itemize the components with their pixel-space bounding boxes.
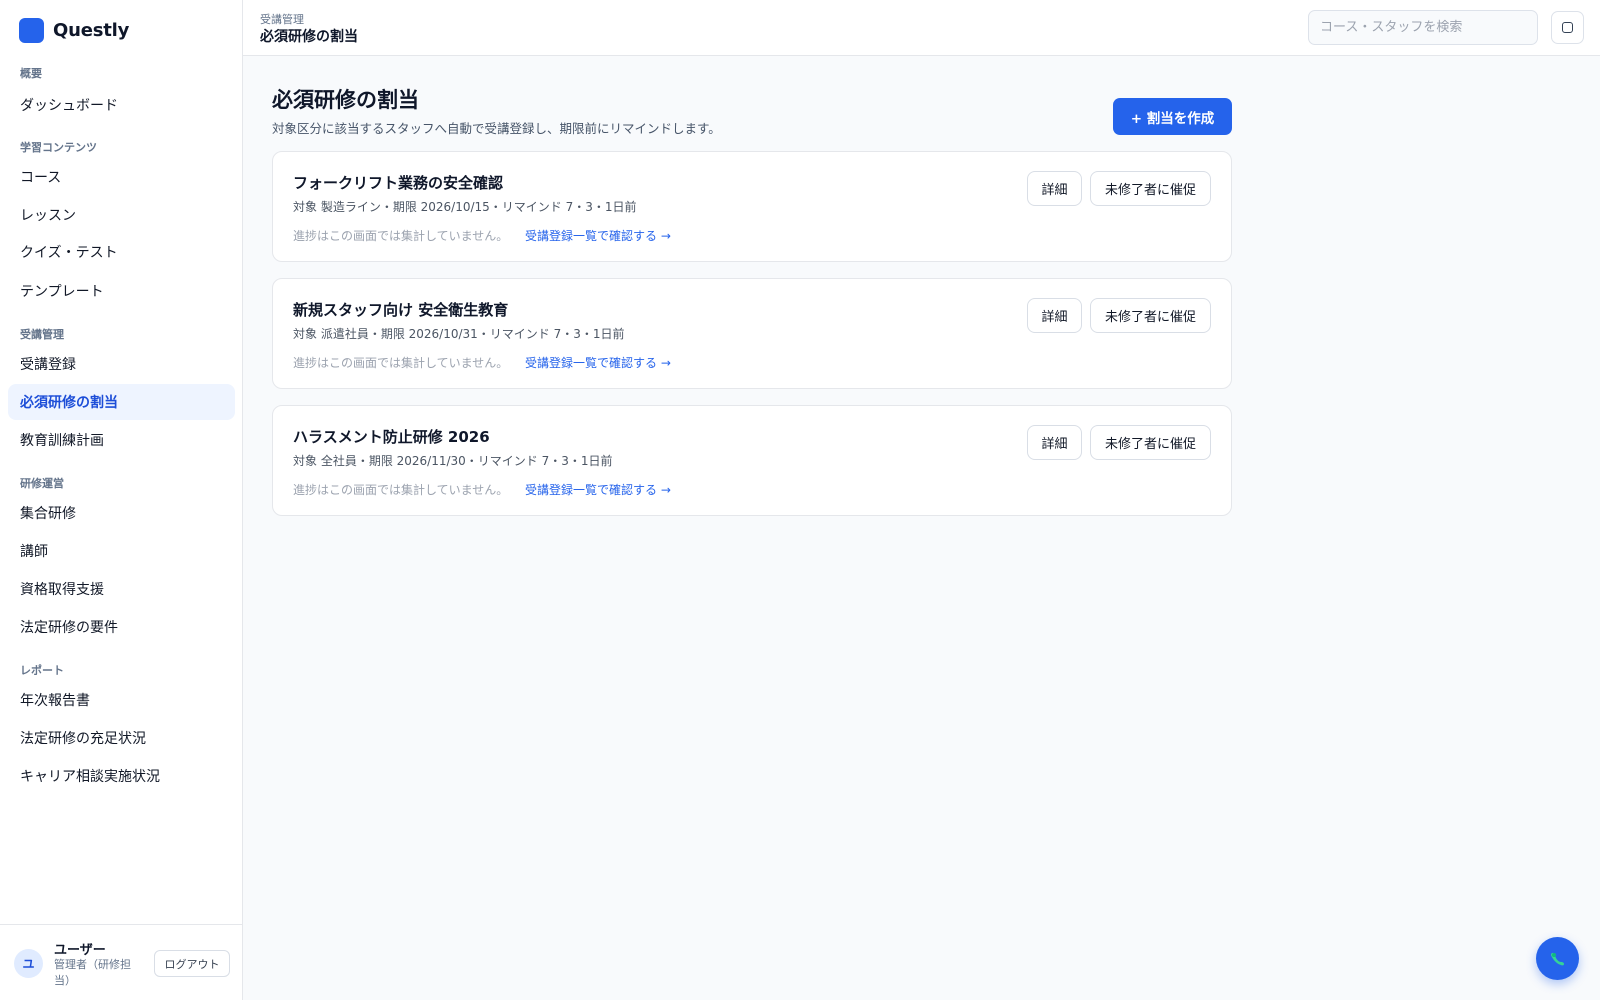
- sidebar: Questly 概要 ダッシュボード 学習コンテンツ コース レッスン クイズ・…: [0, 0, 243, 1000]
- nav-section-enrollment: 受講管理: [20, 328, 64, 341]
- user-name: ユーザー: [54, 943, 106, 958]
- card-title: フォークリフト業務の安全確認: [293, 174, 504, 192]
- create-assignment-button[interactable]: + 割当を作成: [1113, 98, 1232, 135]
- card-meta: 対象 全社員・期限 2026/11/30・リマインド 7・3・1日前: [293, 454, 613, 468]
- chat-icon: [1550, 952, 1564, 965]
- remind-incomplete-button[interactable]: 未修了者に催促: [1090, 298, 1211, 333]
- sidebar-item-career-consulting[interactable]: キャリア相談実施状況: [8, 758, 235, 794]
- sidebar-item-certification-support[interactable]: 資格取得支援: [8, 571, 235, 607]
- page-description: 対象区分に該当するスタッフへ自動で受講登録し、期限前にリマインドします。: [272, 121, 721, 136]
- sidebar-item-annual-report[interactable]: 年次報告書: [8, 682, 235, 718]
- sidebar-item-lessons[interactable]: レッスン: [8, 197, 235, 233]
- card-meta: 対象 製造ライン・期限 2026/10/15・リマインド 7・3・1日前: [293, 200, 637, 214]
- card-title: ハラスメント防止研修 2026: [293, 428, 490, 446]
- card-note: 進捗はこの画面では集計していません。: [293, 483, 509, 497]
- user-role: 管理者（研修担当）: [54, 958, 131, 987]
- card-title: 新規スタッフ向け 安全衛生教育: [293, 301, 509, 319]
- brand-name: Questly: [53, 19, 130, 41]
- square-icon: [1562, 22, 1573, 33]
- header-title: 必須研修の割当: [260, 29, 358, 45]
- avatar: ユ: [14, 949, 43, 978]
- assignment-card: ハラスメント防止研修 2026 対象 全社員・期限 2026/11/30・リマイ…: [272, 405, 1232, 516]
- detail-button[interactable]: 詳細: [1027, 425, 1082, 460]
- assignment-card: フォークリフト業務の安全確認 対象 製造ライン・期限 2026/10/15・リマ…: [272, 151, 1232, 262]
- logout-button[interactable]: ログアウト: [154, 950, 230, 977]
- breadcrumb[interactable]: 受講管理: [260, 11, 304, 27]
- search-input[interactable]: [1308, 10, 1538, 45]
- sidebar-item-group-training[interactable]: 集合研修: [8, 495, 235, 531]
- detail-button[interactable]: 詳細: [1027, 171, 1082, 206]
- page-title: 必須研修の割当: [272, 88, 419, 112]
- topbar: 受講管理 必須研修の割当: [243, 0, 1600, 56]
- sidebar-item-dashboard[interactable]: ダッシュボード: [8, 87, 235, 123]
- enrollment-list-link[interactable]: 受講登録一覧で確認する →: [525, 227, 671, 244]
- sidebar-item-courses[interactable]: コース: [8, 159, 235, 195]
- nav-section-reports: レポート: [20, 664, 64, 677]
- header-icon-button[interactable]: [1551, 11, 1584, 44]
- assignment-card: 新規スタッフ向け 安全衛生教育 対象 派遣社員・期限 2026/10/31・リマ…: [272, 278, 1232, 389]
- sidebar-item-legal-fulfillment[interactable]: 法定研修の充足状況: [8, 720, 235, 756]
- nav-section-overview: 概要: [20, 67, 42, 80]
- sidebar-item-training-plan[interactable]: 教育訓練計画: [8, 422, 235, 458]
- card-note: 進捗はこの画面では集計していません。: [293, 356, 509, 370]
- card-meta: 対象 派遣社員・期限 2026/10/31・リマインド 7・3・1日前: [293, 327, 625, 341]
- enrollment-list-link[interactable]: 受講登録一覧で確認する →: [525, 354, 671, 371]
- detail-button[interactable]: 詳細: [1027, 298, 1082, 333]
- sidebar-item-required-assignments[interactable]: 必須研修の割当: [8, 384, 235, 420]
- nav-section-learning-content: 学習コンテンツ: [20, 141, 97, 154]
- enrollment-list-link[interactable]: 受講登録一覧で確認する →: [525, 481, 671, 498]
- user-area: ユ ユーザー 管理者（研修担当） ログアウト: [0, 924, 243, 1000]
- sidebar-item-instructors[interactable]: 講師: [8, 533, 235, 569]
- sidebar-item-quizzes[interactable]: クイズ・テスト: [8, 234, 235, 270]
- remind-incomplete-button[interactable]: 未修了者に催促: [1090, 425, 1211, 460]
- card-note: 進捗はこの画面では集計していません。: [293, 229, 509, 243]
- nav-section-operations: 研修運営: [20, 477, 64, 490]
- sidebar-item-templates[interactable]: テンプレート: [8, 273, 235, 309]
- brand[interactable]: Questly: [19, 17, 129, 43]
- chat-fab-button[interactable]: [1536, 937, 1579, 980]
- brand-logo-icon: [19, 17, 44, 43]
- remind-incomplete-button[interactable]: 未修了者に催促: [1090, 171, 1211, 206]
- sidebar-item-legal-requirements[interactable]: 法定研修の要件: [8, 609, 235, 645]
- sidebar-item-enrollments[interactable]: 受講登録: [8, 346, 235, 382]
